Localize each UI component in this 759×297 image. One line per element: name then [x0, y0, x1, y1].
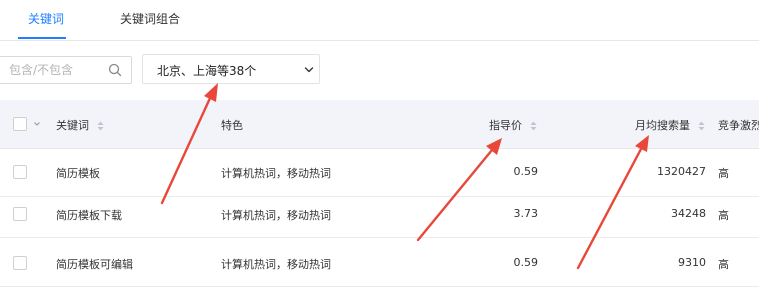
competition-cell: 高	[718, 209, 729, 222]
column-header-keyword[interactable]: 关键词	[56, 117, 104, 133]
column-header-keyword-label: 关键词	[56, 119, 89, 132]
region-select[interactable]: 北京、上海等38个	[142, 54, 320, 84]
tab-keyword-combos[interactable]: 关键词组合	[120, 10, 180, 27]
monthly-search-cell: 34248	[671, 207, 706, 220]
competition-cell: 高	[718, 258, 729, 271]
keyword-include-filter[interactable]	[0, 56, 132, 84]
sort-icon[interactable]	[698, 121, 705, 131]
keyword-cell: 简历模板	[56, 167, 100, 180]
price-cell: 0.59	[513, 165, 539, 178]
tab-keywords[interactable]: 关键词	[28, 10, 64, 27]
include-exclude-input[interactable]	[9, 62, 105, 78]
price-cell: 0.59	[513, 256, 539, 269]
table-header: 关键词 特色 指导价 月均搜索量 竞争激烈	[0, 100, 759, 149]
feature-cell: 计算机热词，移动热词	[221, 167, 331, 180]
feature-cell: 计算机热词，移动热词	[221, 209, 331, 222]
chevron-down-icon	[304, 67, 314, 73]
tab-bar: 关键词 关键词组合	[0, 0, 759, 41]
monthly-search-cell: 1320427	[657, 165, 706, 178]
column-header-price[interactable]: 指导价	[489, 117, 537, 133]
keyword-cell: 简历模板下载	[56, 209, 122, 222]
region-select-value: 北京、上海等38个	[157, 64, 257, 78]
sort-icon[interactable]	[97, 121, 104, 131]
column-header-monthly-search[interactable]: 月均搜索量	[635, 117, 705, 133]
search-icon[interactable]	[107, 62, 123, 78]
active-tab-indicator	[18, 37, 66, 39]
competition-cell: 高	[718, 167, 729, 180]
price-cell: 3.73	[513, 207, 539, 220]
column-header-competition: 竞争激烈	[718, 119, 759, 132]
monthly-search-cell: 9310	[678, 256, 706, 269]
table-row: 简历模板下载 计算机热词，移动热词 3.73 34248 高	[0, 189, 759, 238]
keyword-cell: 简历模板可编辑	[56, 258, 133, 271]
row-checkbox[interactable]	[13, 256, 27, 270]
column-header-price-label: 指导价	[489, 119, 522, 132]
feature-cell: 计算机热词，移动热词	[221, 258, 331, 271]
column-header-monthly-search-label: 月均搜索量	[635, 119, 690, 132]
table-row: 简历模板可编辑 计算机热词，移动热词 0.59 9310 高	[0, 238, 759, 287]
chevron-down-icon[interactable]	[33, 120, 41, 128]
row-checkbox[interactable]	[13, 207, 27, 221]
sort-icon[interactable]	[530, 121, 537, 131]
row-checkbox[interactable]	[13, 165, 27, 179]
column-header-feature: 特色	[221, 119, 243, 132]
select-all-checkbox[interactable]	[13, 117, 27, 131]
